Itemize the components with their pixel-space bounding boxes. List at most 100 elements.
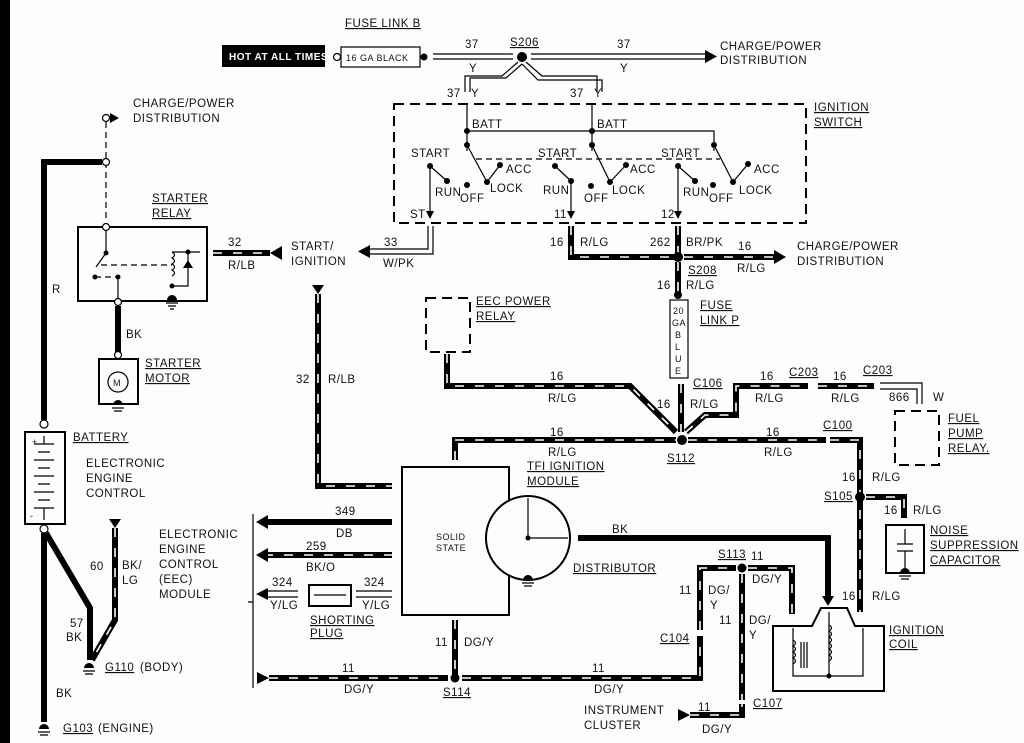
solid-state-label: SOLID xyxy=(436,532,466,542)
starter-motor-label: STARTER xyxy=(145,358,201,370)
ignition-switch-title: SWITCH xyxy=(814,117,862,129)
eec-power-relay-label: EEC POWER xyxy=(476,296,551,308)
ignition-coil: IGNITION COIL xyxy=(772,607,944,692)
wire-label-37: 37 xyxy=(465,39,479,51)
wire-color-r-lg: R/LG xyxy=(548,393,577,405)
fuse-link-p-label: LINK P xyxy=(700,315,739,327)
shorting-plug-label: PLUG xyxy=(310,628,343,640)
starter-motor: M STARTER MOTOR xyxy=(98,358,201,412)
wire-label-37: 37 xyxy=(570,88,584,100)
wire-label-16: 16 xyxy=(550,427,564,439)
acc-label: ACC xyxy=(754,164,780,176)
wire-11-instrument-cluster: 11 DG/Y C107 INSTRUMENT CLUSTER xyxy=(584,698,783,736)
wire-color-br-pk: BR/PK xyxy=(686,237,723,249)
wire-color-r-lg: R/LG xyxy=(831,393,860,405)
splice-s112-label: S112 xyxy=(667,453,695,465)
splice-s208-label: S208 xyxy=(688,265,717,277)
wire-color-r-lg: R/LG xyxy=(690,399,719,411)
ground-g103-desc: (ENGINE) xyxy=(98,723,154,735)
fuse-link-b: FUSE LINK B 16 GA BLACK xyxy=(332,18,428,68)
connector-c107: C107 xyxy=(753,698,783,710)
wire-color-bk: BK xyxy=(56,688,72,700)
ignition-coil-label: COIL xyxy=(889,639,918,651)
wire-color-bk-lg: LG xyxy=(122,575,138,587)
wire-label-60: 60 xyxy=(90,561,104,573)
eec-power-relay-label: RELAY xyxy=(476,311,515,323)
wire-label-16: 16 xyxy=(766,427,780,439)
fuse-link-p-label: FUSE xyxy=(700,300,733,312)
charge-power-label: CHARGE/POWER xyxy=(797,241,899,253)
connector-c203: C203 xyxy=(863,365,893,377)
ground-g110-desc: (BODY) xyxy=(140,662,183,674)
wire-324-y-lg-shorting: 324 Y/LG 324 Y/LG SHORTING PLUG xyxy=(256,577,392,640)
fuel-pump-relay-label: PUMP xyxy=(948,428,983,440)
wire-32-r-lb-module: 32 R/LB xyxy=(296,285,392,489)
switch-section-3: START ACC RUN OFF LOCK 12 xyxy=(661,142,780,221)
noise-suppression-capacitor: NOISE SUPPRESSION CAPACITOR xyxy=(885,524,1019,580)
wire-color-dg-y: DG/ xyxy=(749,615,771,627)
wire-label-37: 37 xyxy=(447,88,461,100)
ignition-switch-title: IGNITION xyxy=(814,102,869,114)
wire-16-r-lg-fuel: 16 R/LG C203 16 R/LG C203 866 W xyxy=(683,365,944,435)
wire-label-16: 16 xyxy=(738,241,752,253)
splice-s113-label: S113 xyxy=(718,549,746,561)
wire-bk-starter-motor: BK xyxy=(113,297,142,360)
wire-label-866: 866 xyxy=(889,392,910,404)
fuse-p-spec: 20 xyxy=(673,306,684,316)
eec-label: CONTROL xyxy=(86,488,146,500)
noise-capacitor-label: CAPACITOR xyxy=(930,555,1001,567)
wire-color-r-lg: R/LG xyxy=(872,472,901,484)
switch-section-1: START ACC RUN OFF LOCK ST xyxy=(410,142,532,221)
wire-11-dg-y-module: 11 DG/Y xyxy=(435,620,494,675)
wire-color-dg-y: DG/Y xyxy=(702,724,732,736)
wire-color-w: W xyxy=(933,392,944,404)
wire-color-dg-y: DG/Y xyxy=(594,684,624,696)
ground-g103-label: G103 xyxy=(63,723,93,735)
fuse-p-spec: E xyxy=(675,366,682,376)
wire-color-r-lb: R/LB xyxy=(328,374,356,386)
wire-label-33: 33 xyxy=(384,237,398,249)
ground-g110-label: G110 xyxy=(105,662,134,674)
wire-color-dg-y: DG/Y xyxy=(752,574,782,586)
tfi-module-label: MODULE xyxy=(527,476,579,488)
fuel-pump-relay: FUEL PUMP RELAY. xyxy=(894,410,990,466)
lock-label: LOCK xyxy=(490,183,523,195)
off-label: OFF xyxy=(460,193,485,205)
fuel-pump-relay-label: FUEL xyxy=(948,413,980,425)
wire-color-dg-y: Y xyxy=(749,630,757,642)
ignition-coil-label: IGNITION xyxy=(889,625,944,637)
fuel-pump-relay-label: RELAY. xyxy=(948,443,990,455)
fuse-link-p: 20 GA B L U E FUSE LINK P xyxy=(669,299,739,379)
distributor-label: DISTRIBUTOR xyxy=(573,563,656,575)
wire-color-r: R xyxy=(52,284,61,296)
off-label: OFF xyxy=(709,193,734,205)
wire-label-16: 16 xyxy=(842,472,856,484)
acc-label: ACC xyxy=(506,164,532,176)
distribution-label: DISTRIBUTION xyxy=(133,113,220,125)
wire-color-bk: BK xyxy=(126,329,142,341)
splice-s112: S112 16 R/LG 16 R/LG C100 xyxy=(452,420,852,465)
eec-label: ELECTRONIC xyxy=(86,458,165,470)
starter-relay-label: STARTER xyxy=(152,193,208,205)
hot-at-all-times-block: HOT AT ALL TIMES xyxy=(222,45,328,67)
eec-module-label: ENGINE xyxy=(159,544,206,556)
lock-label: LOCK xyxy=(739,185,772,197)
starter-motor-label: MOTOR xyxy=(145,373,190,385)
instrument-cluster-label: CLUSTER xyxy=(584,720,641,732)
start-ignition-label: START/ xyxy=(291,241,334,253)
fuse-p-spec: GA xyxy=(672,318,686,328)
wire-color-w-pk: W/PK xyxy=(383,258,414,270)
wire-color-y-lg: Y/LG xyxy=(270,600,298,612)
noise-capacitor-label: SUPPRESSION xyxy=(930,540,1019,552)
wire-color-r-lb: R/LB xyxy=(228,260,256,272)
wire-label-16: 16 xyxy=(884,505,898,517)
wire-label-37: 37 xyxy=(617,39,631,51)
splice-s206: S206 xyxy=(510,37,539,49)
connector-c106: C106 xyxy=(693,378,723,390)
wire-label-11: 11 xyxy=(435,637,448,649)
distribution-label: DISTRIBUTION xyxy=(797,256,884,268)
wire-label-11: 11 xyxy=(751,551,764,563)
wire-color-y-lg: Y/LG xyxy=(362,600,390,612)
wiring-diagram: HOT AT ALL TIMES FUSE LINK B 16 GA BLACK… xyxy=(24,18,1019,736)
wire-16-r-lg-eec-relay: 16 R/LG xyxy=(444,354,679,435)
